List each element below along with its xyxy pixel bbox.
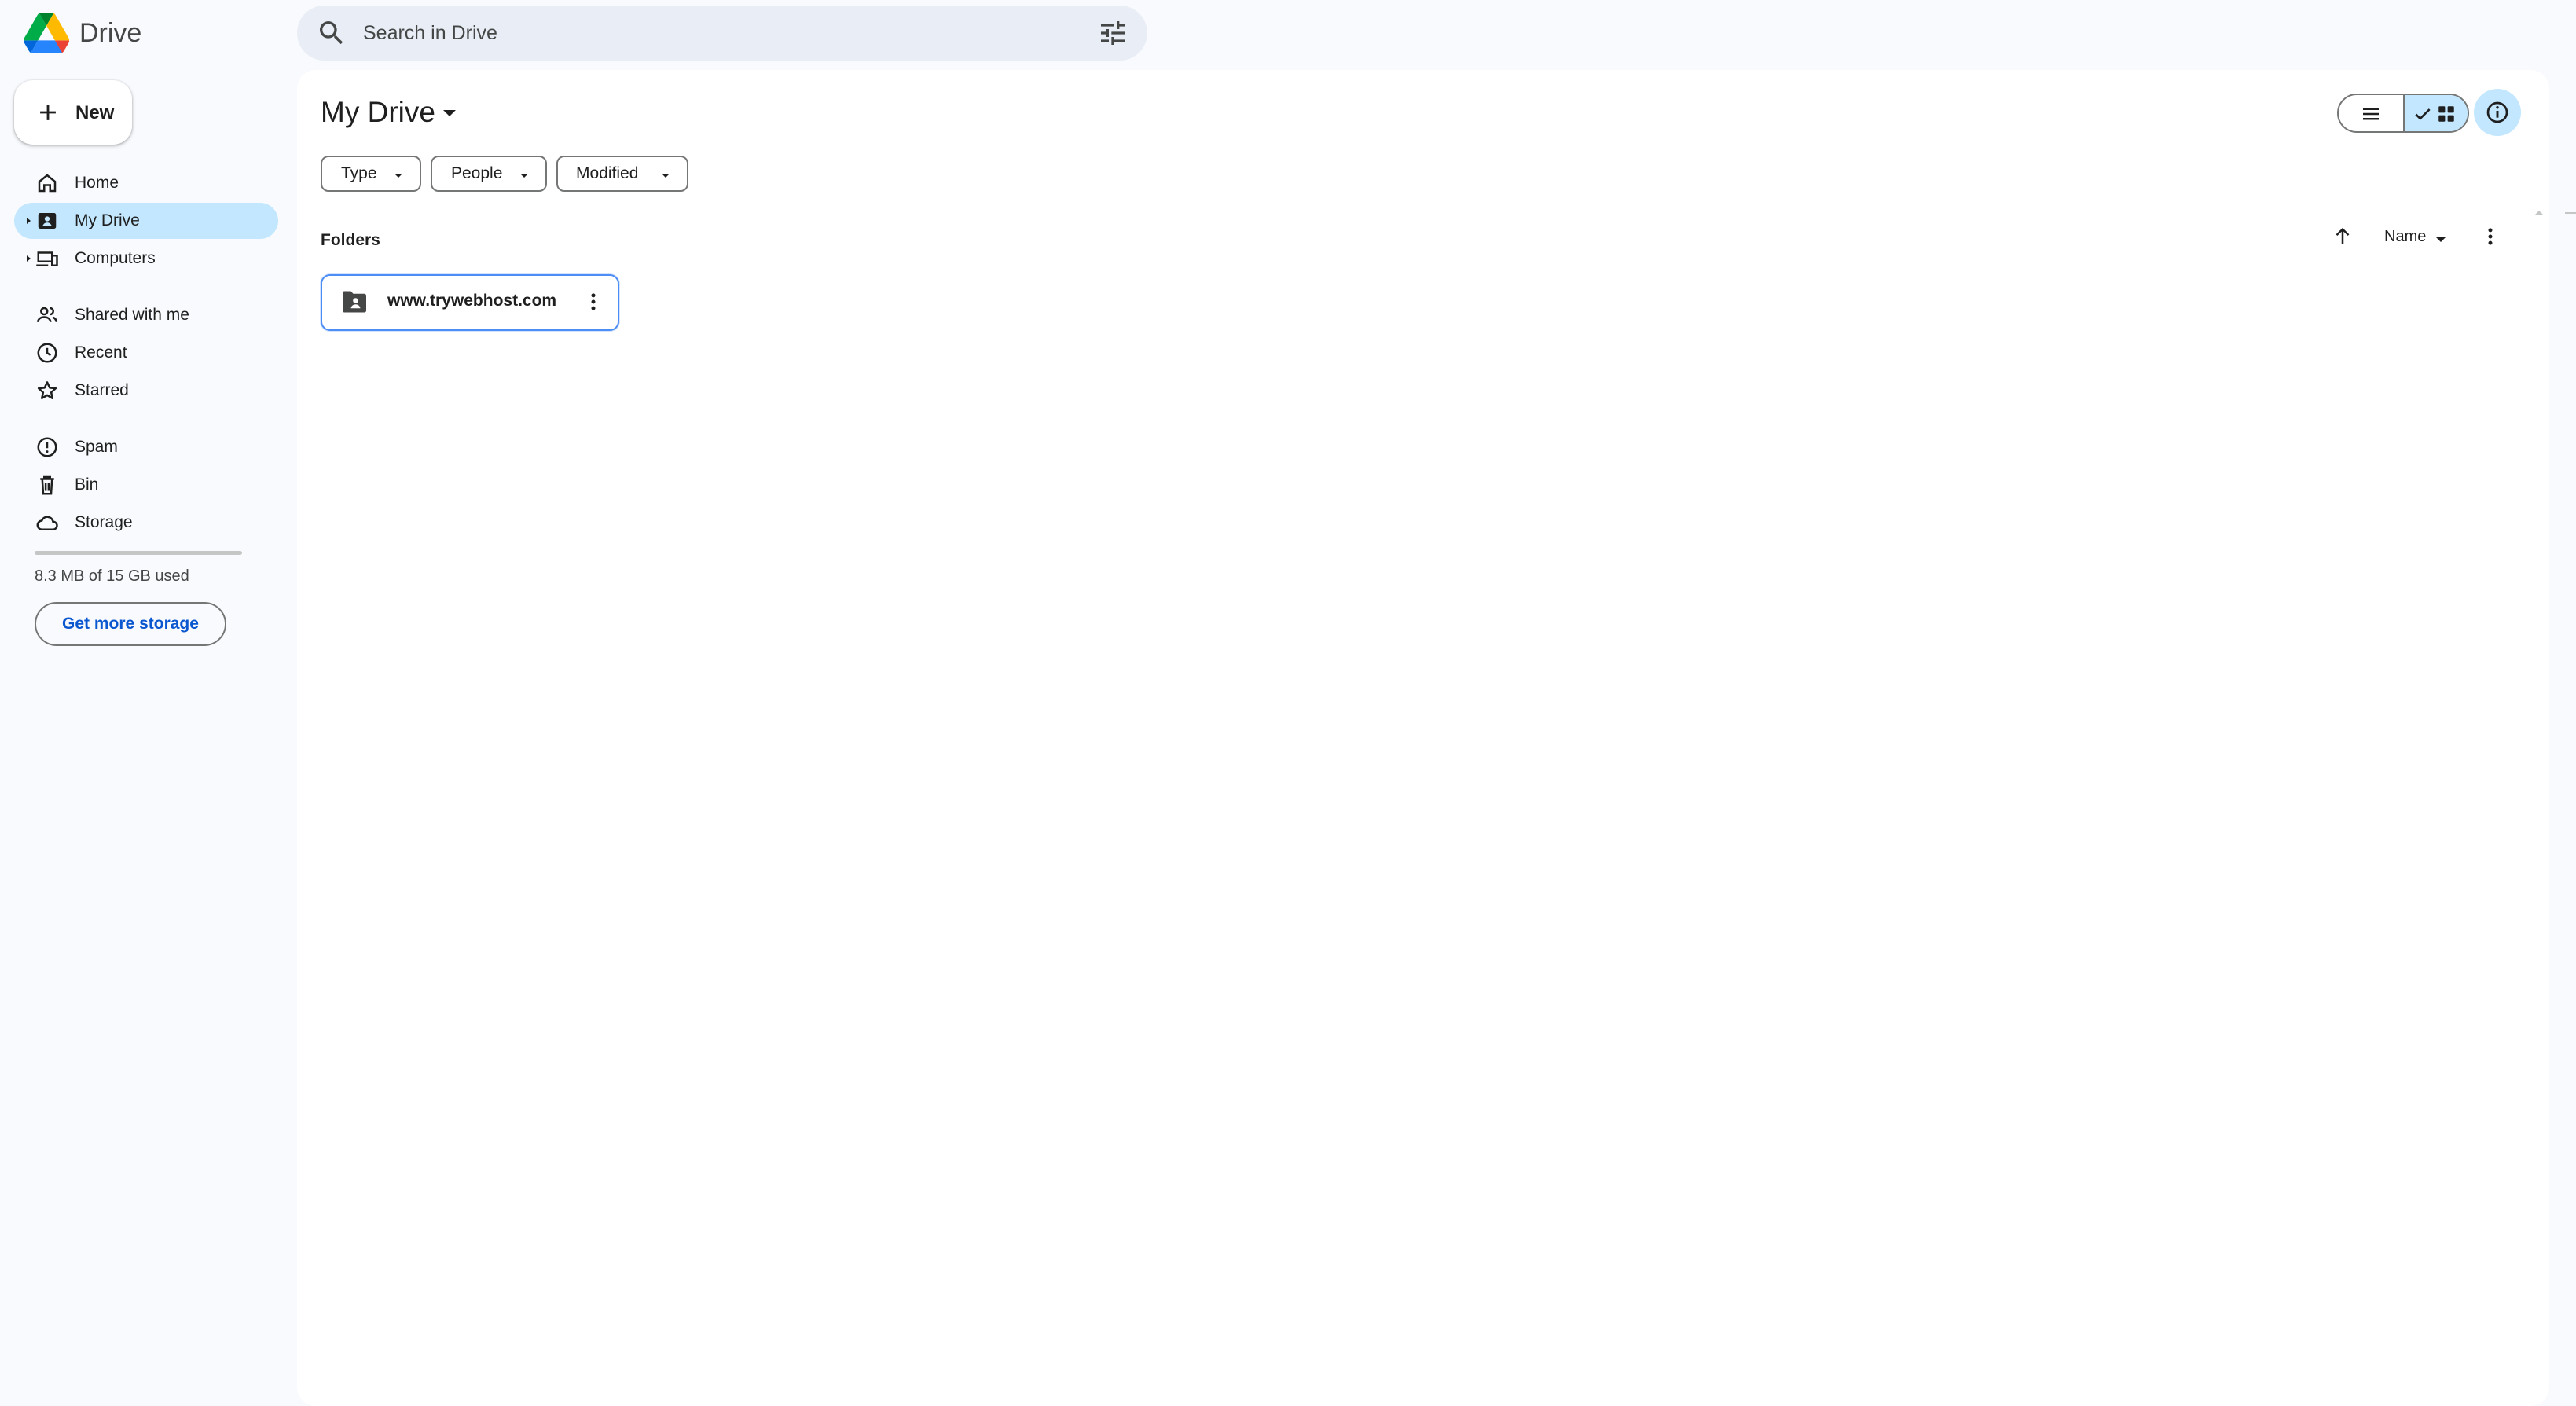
list-view-button[interactable] [2339,95,2403,131]
list-icon [2363,108,2379,120]
chevron-down-icon [519,170,530,178]
computers-icon [35,247,59,270]
home-icon [35,171,59,195]
filter-chip-label: Type [341,164,377,182]
details-info-button[interactable] [2474,89,2521,136]
storage-usage-text: 8.3 MB of 15 GB used [35,567,189,585]
folder-more-actions-icon[interactable] [582,290,605,314]
spam-icon [35,435,59,459]
my-drive-icon [35,209,59,233]
sidebar-item-label: Computers [75,249,156,267]
grid-view-button[interactable] [2403,95,2468,131]
scrollbar-up-arrow-icon[interactable] [2534,206,2545,215]
star-icon [35,379,59,402]
chevron-down-icon[interactable] [2435,234,2447,242]
search-options-icon[interactable] [1097,17,1128,49]
chevron-down-icon[interactable] [440,107,459,119]
scrollbar[interactable] [2565,212,2576,214]
grid-icon [2438,106,2454,122]
sidebar-item-label: Bin [75,475,99,494]
expand-caret-icon[interactable] [24,215,33,225]
chevron-down-icon [393,170,404,178]
plus-icon [35,99,61,126]
people-icon [35,303,59,327]
sidebar-item-label: Recent [75,343,127,362]
folder-name: www.trywebhost.com [387,292,557,310]
sidebar-item-label: Storage [75,513,133,531]
get-more-storage-button[interactable]: Get more storage [35,602,226,646]
sidebar-item-label: My Drive [75,211,140,229]
sort-direction-arrow-icon[interactable] [2331,225,2354,248]
sidebar-item-label: Starred [75,381,129,399]
view-toggle [2337,94,2469,133]
folders-heading: Folders [321,231,380,249]
search-icon[interactable] [316,17,347,49]
sort-by-button[interactable]: Name [2384,228,2426,246]
filter-chip-label: People [451,164,503,182]
main-content-panel [297,70,2549,1406]
chevron-down-icon [660,170,671,178]
filter-chip-label: Modified [576,164,639,182]
new-button-label: New [75,102,115,123]
shared-folder-icon [340,289,369,314]
cloud-icon [35,511,59,534]
check-icon [2415,108,2431,120]
sidebar-item-label: Spam [75,438,118,456]
drive-logo-icon[interactable] [24,10,70,56]
page-title[interactable]: My Drive [321,93,435,132]
sidebar-item-label: Home [75,174,119,192]
more-options-icon[interactable] [2479,225,2502,248]
sidebar-item-label: Shared with me [75,306,189,324]
trash-icon [35,473,59,497]
expand-caret-icon[interactable] [24,253,33,262]
storage-progress-bar [35,551,242,555]
search-input[interactable] [363,17,1070,50]
new-button[interactable] [14,80,132,145]
app-title[interactable]: Drive [79,16,141,50]
clock-icon [35,341,59,365]
info-icon [2486,101,2508,123]
